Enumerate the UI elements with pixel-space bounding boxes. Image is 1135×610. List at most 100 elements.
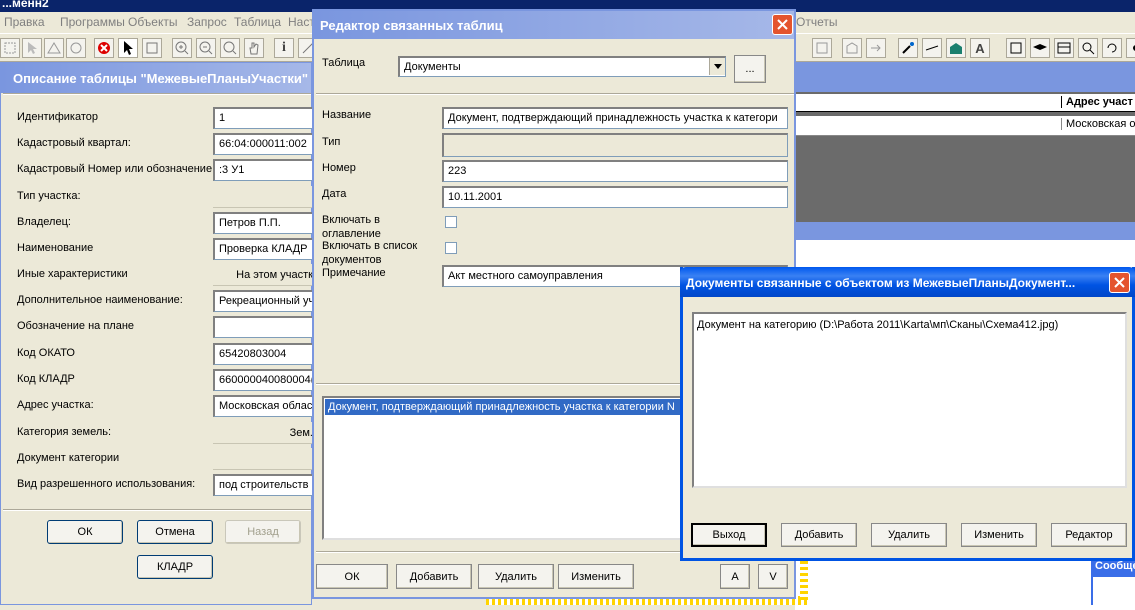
- field-selector-button[interactable]: Зем.: [213, 422, 313, 444]
- messages-panel: Сообще: [1091, 557, 1135, 605]
- info-icon[interactable]: i: [274, 38, 294, 58]
- magic-wand-icon[interactable]: [898, 38, 918, 58]
- settings-icon[interactable]: [1126, 38, 1135, 58]
- field-selector-button[interactable]: На этом участк: [213, 264, 313, 286]
- linked-documents-list[interactable]: Документ на категорию (D:\Работа 2011\Ka…: [692, 312, 1127, 488]
- search-object-icon[interactable]: [1078, 38, 1098, 58]
- editor-ok-button[interactable]: ОК: [316, 564, 388, 589]
- rectangle-tool-icon[interactable]: [812, 38, 832, 58]
- editor-delete-button[interactable]: Удалить: [478, 564, 554, 589]
- field-label: Тип участка:: [17, 190, 81, 202]
- hatched-map-feature-vertical: [800, 560, 808, 600]
- table-description-title: Описание таблицы "МежевыеПланыУчастки": [13, 71, 309, 86]
- docs-edit-button[interactable]: Изменить: [961, 523, 1037, 547]
- field-label: Документ категории: [17, 452, 120, 464]
- linked-documents-window: Документы связанные с объектом из Межевы…: [680, 267, 1135, 561]
- field-value[interactable]: 65420803004: [213, 343, 313, 365]
- menu-item-query[interactable]: Запрос: [187, 15, 227, 29]
- field-value[interactable]: Петров П.П.: [213, 212, 313, 234]
- menu-item-table[interactable]: Таблица: [234, 15, 281, 29]
- move-up-button[interactable]: A: [720, 564, 750, 589]
- docs-add-button[interactable]: Добавить: [781, 523, 857, 547]
- menu-item-edit[interactable]: Правка: [4, 15, 45, 29]
- menu-item-reports[interactable]: Отчеты: [796, 15, 837, 29]
- docs-editor-button[interactable]: Редактор: [1051, 523, 1127, 547]
- field-label: Кадастровый квартал:: [17, 137, 131, 149]
- zoom-fit-icon[interactable]: [220, 38, 240, 58]
- close-icon[interactable]: [1109, 272, 1130, 293]
- linked-documents-title: Документы связанные с объектом из Межевы…: [686, 276, 1076, 290]
- table-description-window: Описание таблицы "МежевыеПланыУчастки" И…: [0, 62, 313, 605]
- editor-add-button[interactable]: Добавить: [396, 564, 472, 589]
- field-value[interactable]: 1: [213, 107, 313, 129]
- select-region-icon[interactable]: [22, 38, 42, 58]
- docs-delete-button[interactable]: Удалить: [871, 523, 947, 547]
- linked-documents-titlebar: Документы связанные с объектом из Межевы…: [680, 267, 1135, 297]
- kladr-button[interactable]: КЛАДР: [137, 555, 213, 579]
- number-field[interactable]: 223: [442, 160, 788, 182]
- field-label: Код КЛАДР: [17, 373, 75, 385]
- hand-pan-icon[interactable]: [244, 38, 264, 58]
- table-select[interactable]: Документы: [398, 56, 726, 77]
- cancel-button[interactable]: Отмена: [137, 520, 213, 544]
- pointer-arrow-icon[interactable]: [118, 38, 138, 58]
- back-button[interactable]: Назад: [225, 520, 301, 544]
- field-value[interactable]: под строительств: [213, 474, 313, 496]
- menu-item-programs[interactable]: Программы: [60, 15, 125, 29]
- ok-button[interactable]: ОК: [47, 520, 123, 544]
- include-doclist-label-line1: Включать в список: [322, 240, 418, 252]
- field-value[interactable]: 66:04:000011:002: [213, 133, 313, 155]
- polygon-tool-icon[interactable]: [842, 38, 862, 58]
- include-doclist-checkbox[interactable]: [445, 242, 457, 254]
- name-field[interactable]: Документ, подтверждающий принадлежность …: [442, 107, 788, 129]
- select-icon[interactable]: [0, 38, 20, 58]
- move-down-button[interactable]: V: [758, 564, 788, 589]
- field-value[interactable]: :3 У1: [213, 159, 313, 181]
- field-label: Обозначение на плане: [17, 320, 135, 332]
- field-value[interactable]: Рекреационный уч: [213, 290, 313, 312]
- chevron-down-icon[interactable]: [709, 58, 725, 75]
- shape-fill-icon[interactable]: [946, 38, 966, 58]
- select-polygon-icon[interactable]: [44, 38, 64, 58]
- field-value[interactable]: [213, 316, 313, 338]
- background-titlebar-strip: [795, 222, 1135, 240]
- divider: [3, 93, 311, 95]
- table-icon[interactable]: [1054, 38, 1074, 58]
- field-value[interactable]: Московская облас: [213, 395, 313, 417]
- arrow-right-tool-icon[interactable]: [866, 38, 886, 58]
- list-item[interactable]: Документ на категорию (D:\Работа 2011\Ka…: [697, 319, 1058, 331]
- exit-button[interactable]: Выход: [691, 523, 767, 547]
- field-value[interactable]: 660000040080004(: [213, 369, 313, 391]
- background-grid-row[interactable]: Московская о: [795, 116, 1135, 136]
- graduation-cap-icon[interactable]: [1030, 38, 1050, 58]
- number-label: Номер: [322, 162, 356, 174]
- menu-item-objects[interactable]: Объекты: [128, 15, 178, 29]
- grid-cell-address: Московская о: [1061, 118, 1135, 130]
- type-label: Тип: [322, 136, 341, 148]
- text-tool-icon[interactable]: A: [970, 38, 990, 58]
- date-field[interactable]: 10.11.2001: [442, 186, 788, 208]
- include-toc-checkbox[interactable]: [445, 216, 457, 228]
- field-label: Владелец:: [17, 216, 71, 228]
- field-label: Кадастровый Номер или обозначение: [17, 163, 213, 175]
- layers-icon[interactable]: [1006, 38, 1026, 58]
- browse-button[interactable]: ...: [734, 55, 766, 83]
- zoom-out-icon[interactable]: [196, 38, 216, 58]
- menu-item-settings[interactable]: Наст: [288, 15, 315, 29]
- info-panel-icon[interactable]: [142, 38, 162, 58]
- close-icon[interactable]: [772, 14, 793, 35]
- select-circle-icon[interactable]: [66, 38, 86, 58]
- type-field[interactable]: [442, 133, 788, 157]
- field-label: Вид разрешенного использования:: [17, 478, 196, 490]
- zoom-in-icon[interactable]: [172, 38, 192, 58]
- field-selector-button[interactable]: [213, 186, 313, 208]
- refresh-icon[interactable]: [1102, 38, 1122, 58]
- no-entry-icon[interactable]: [94, 38, 114, 58]
- include-doclist-label-line2: документов: [322, 254, 382, 266]
- field-value[interactable]: Проверка КЛАДР: [213, 238, 313, 260]
- field-selector-button[interactable]: [213, 448, 313, 470]
- include-toc-label-line1: Включать в: [322, 214, 380, 226]
- messages-panel-title: Сообще: [1095, 560, 1135, 572]
- editor-edit-button[interactable]: Изменить: [558, 564, 634, 589]
- line-tool-icon[interactable]: [922, 38, 942, 58]
